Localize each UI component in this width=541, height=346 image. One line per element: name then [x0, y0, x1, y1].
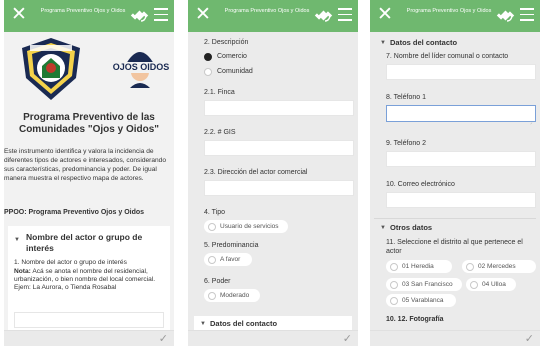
q1012-label: 10. 12. Fotografía [386, 316, 444, 323]
section-title-actor[interactable]: Nombre del actor o grupo de interés [26, 232, 164, 254]
district-option-3[interactable]: 03 San Francisco [386, 278, 462, 291]
radio-comunidad-label: Comunidad [217, 68, 253, 75]
note-label: Nota: [14, 268, 31, 275]
app-header: ✕ Programa Preventivo Ojos y Oidos [188, 0, 358, 32]
page-title: Programa Preventivo de las Comunidades "… [18, 112, 160, 135]
close-icon[interactable]: ✕ [193, 5, 213, 25]
section-title: Datos del contacto [210, 319, 278, 328]
q21-label: 2.1. Finca [204, 89, 235, 96]
gis-input[interactable] [204, 140, 354, 156]
app-header: ✕ Programa Preventivo Ojos y Oidos [4, 0, 174, 32]
form-screen-2: ✕ Programa Preventivo Ojos y Oidos 2. De… [188, 0, 358, 346]
q5-label: 5. Predominancia [204, 242, 259, 249]
footer-bar: ✓ [370, 330, 540, 346]
phone2-input[interactable] [386, 151, 536, 167]
district-radio[interactable] [466, 262, 474, 271]
district-label: 05 Varablanca [402, 297, 444, 304]
ppoo-label: PPOO: Programa Preventivo Ojos y Oidos [4, 209, 145, 216]
radio-comercio-label: Comercio [217, 53, 247, 60]
section-datos-contacto[interactable]: ▼ Datos del contacto [374, 35, 532, 51]
section-title: Datos del contacto [390, 38, 458, 47]
tipo-radio[interactable] [208, 222, 216, 231]
close-icon[interactable]: ✕ [9, 5, 29, 25]
satellite-icon[interactable] [130, 6, 150, 26]
logo-text: OJOS OIDOS [112, 62, 170, 73]
intro-description: Este instrumento identifica y valora la … [4, 148, 167, 182]
intro-screen: ✕ Programa Preventivo Ojos y Oidos OJOS … [4, 0, 174, 346]
district-option-5[interactable]: 05 Varablanca [386, 294, 456, 307]
district-option-1[interactable]: 01 Heredia [386, 260, 452, 273]
district-option-4[interactable]: 04 Ulloa [466, 278, 516, 291]
footer-bar: ✓ [4, 330, 174, 346]
hamburger-menu-icon[interactable] [338, 8, 352, 22]
leader-name-input[interactable] [386, 64, 536, 80]
checkmark-icon[interactable]: ✓ [343, 332, 352, 345]
app-title: Programa Preventivo Ojos y Oidos [224, 8, 310, 14]
satellite-icon[interactable] [496, 6, 516, 26]
chevron-down-icon: ▼ [380, 225, 386, 231]
q1-label: 1. Nombre del actor o grupo de interés [14, 259, 127, 266]
q22-label: 2.2. # GIS [204, 129, 236, 136]
app-title: Programa Preventivo Ojos y Oidos [406, 8, 492, 14]
resize-handle[interactable]: ⸝ [530, 121, 533, 126]
district-option-2[interactable]: 02 Mercedes [462, 260, 536, 273]
section-title: Otros datos [390, 223, 433, 232]
poder-option[interactable]: Moderado [204, 289, 260, 302]
app-title: Programa Preventivo Ojos y Oidos [40, 8, 126, 14]
q6-label: 6. Poder [204, 278, 231, 285]
actor-name-input[interactable] [14, 312, 164, 328]
section-otros-datos[interactable]: ▼ Otros datos [374, 220, 532, 236]
predominancia-option[interactable]: A favor [204, 253, 252, 266]
checkmark-icon[interactable]: ✓ [159, 332, 168, 345]
hamburger-menu-icon[interactable] [154, 8, 168, 22]
footer-bar: ✓ [188, 330, 358, 346]
email-input[interactable] [386, 192, 536, 208]
poder-value: Moderado [220, 292, 250, 299]
q7-label: 7. Nombre del líder comunal o contacto [386, 53, 509, 60]
predominancia-radio[interactable] [208, 255, 216, 264]
chevron-down-icon: ▼ [380, 40, 386, 46]
q9-label: 9. Teléfono 2 [386, 140, 426, 147]
app-header: ✕ Programa Preventivo Ojos y Oidos [370, 0, 540, 32]
phone1-input[interactable] [386, 105, 536, 122]
tipo-value: Usuario de servicios [220, 223, 279, 230]
district-label: 03 San Francisco [402, 281, 453, 288]
district-radio[interactable] [390, 280, 398, 289]
commercial-address-input[interactable] [204, 180, 354, 196]
tipo-option[interactable]: Usuario de servicios [204, 220, 288, 233]
district-label: 04 Ulloa [482, 281, 506, 288]
finca-input[interactable] [204, 100, 354, 116]
close-icon[interactable]: ✕ [375, 5, 395, 25]
district-radio[interactable] [470, 280, 478, 289]
chevron-down-icon[interactable]: ▼ [14, 236, 20, 245]
district-radio[interactable] [390, 262, 398, 271]
hamburger-menu-icon[interactable] [520, 8, 534, 22]
q1-note: Nota: Acá se anota el nombre del residen… [14, 268, 168, 292]
police-badge-logo [22, 38, 80, 100]
q8-label: 8. Teléfono 1 [386, 94, 426, 101]
q4-label: 4. Tipo [204, 209, 226, 216]
radio-comercio[interactable] [204, 53, 212, 61]
predominancia-value: A favor [220, 256, 241, 263]
q23-label: 2.3. Dirección del actor comercial [204, 169, 308, 176]
divider [374, 218, 536, 219]
form-screen-3: ✕ Programa Preventivo Ojos y Oidos ▼ Dat… [370, 0, 540, 346]
district-label: 01 Heredia [402, 263, 434, 270]
satellite-icon[interactable] [314, 6, 334, 26]
q10-label: 10. Correo electrónico [386, 181, 455, 188]
q11-label: 11. Seleccione el distrito al que perten… [386, 239, 523, 255]
q2-label: 2. Descripción [204, 39, 249, 46]
checkmark-icon[interactable]: ✓ [525, 332, 534, 345]
radio-comunidad[interactable] [204, 68, 212, 76]
district-label: 02 Mercedes [478, 263, 516, 270]
poder-radio[interactable] [208, 291, 216, 300]
note-text: Acá se anota el nombre del residencial, … [14, 268, 156, 291]
district-radio[interactable] [390, 296, 398, 305]
